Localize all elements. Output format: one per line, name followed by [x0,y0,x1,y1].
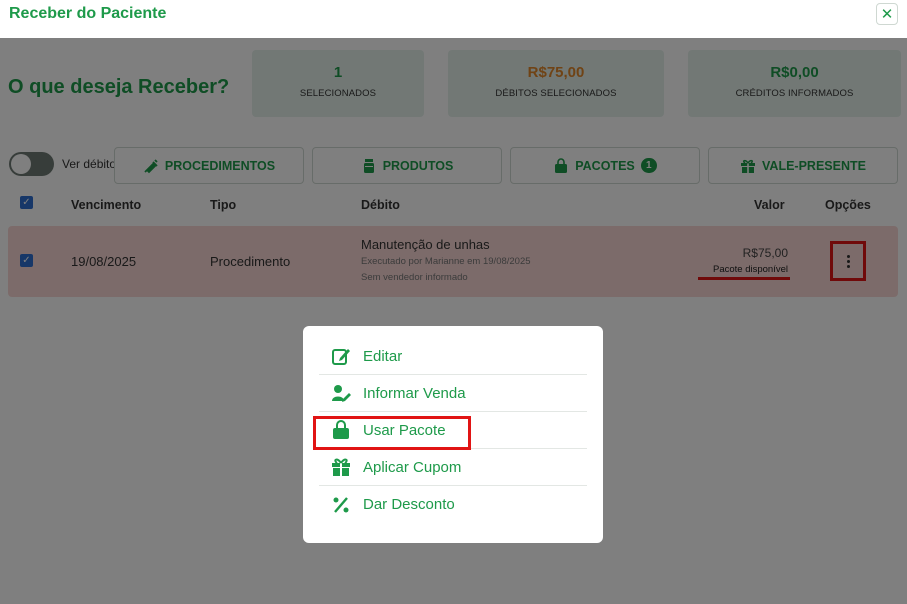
menu-item-label: Editar [363,347,403,365]
menu-item-label: Aplicar Cupom [363,458,462,476]
menu-item-label: Usar Pacote [363,421,446,439]
gift-icon [332,458,350,476]
menu-item-dar-desconto[interactable]: Dar Desconto [319,486,587,523]
menu-item-usar-pacote[interactable]: Usar Pacote [319,412,587,449]
percent-icon [333,496,349,513]
menu-item-label: Dar Desconto [363,496,455,513]
menu-item-informar-venda[interactable]: Informar Venda [319,375,587,412]
shopping-bag-icon [333,420,349,439]
window-titlebar: Receber do Paciente ✕ [0,0,907,38]
close-icon: ✕ [880,6,894,23]
close-button[interactable]: ✕ [876,3,898,25]
window-title: Receber do Paciente [9,5,167,22]
edit-icon [332,349,350,365]
menu-item-aplicar-cupom[interactable]: Aplicar Cupom [319,449,587,486]
menu-item-label: Informar Venda [363,384,466,402]
row-options-menu: Editar Informar Venda Usar Pacote Aplica… [303,326,603,543]
menu-item-editar[interactable]: Editar [319,338,587,375]
user-edit-icon [332,385,351,402]
